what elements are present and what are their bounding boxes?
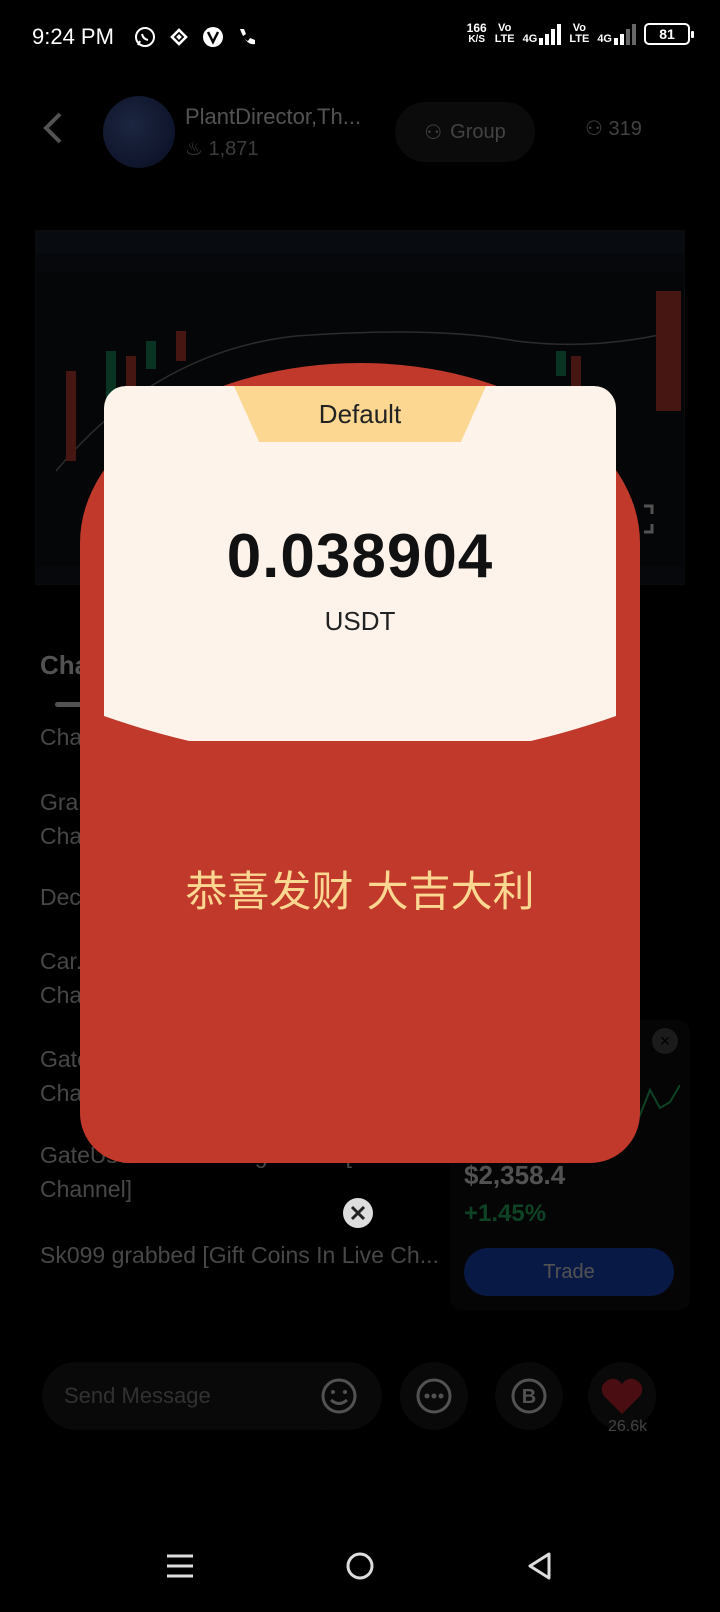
heart-icon: [601, 1378, 643, 1414]
home-circle-icon: [346, 1552, 374, 1580]
fire-count: ♨ 1,871: [185, 138, 259, 160]
emoji-icon: [321, 1378, 357, 1414]
phone-icon: [236, 26, 258, 48]
modal-close-button[interactable]: [343, 1198, 373, 1228]
system-nav-bar: [0, 1520, 720, 1612]
group-icon: ⚇: [424, 121, 443, 144]
battery-icon: 81: [644, 23, 694, 45]
recent-apps-button[interactable]: [158, 1544, 202, 1588]
packet-blessing: 恭喜发财 大吉大利: [185, 867, 535, 916]
person-icon: ⚇: [585, 118, 603, 140]
like-count: 26.6k: [608, 1418, 648, 1435]
packet-currency: USDT: [324, 606, 396, 636]
red-packet-letter: Default 0.038904 USDT: [104, 386, 616, 741]
signal-icon: [539, 23, 562, 45]
more-button[interactable]: [400, 1362, 468, 1430]
close-icon[interactable]: ×: [652, 1028, 678, 1054]
more-icon: [416, 1378, 452, 1414]
status-time: 9:24 PM: [32, 24, 114, 49]
status-bar: 9:24 PM 166 K/S Vo LTE 4G Vo LTE 4G 81: [0, 0, 720, 80]
coin-icon: B: [511, 1378, 547, 1414]
group-button[interactable]: ⚇ Group: [395, 102, 535, 162]
member-count[interactable]: ⚇ 319: [585, 116, 642, 141]
vpn-icon: [202, 26, 224, 48]
packet-amount: 0.038904: [226, 522, 494, 591]
chat-message: Sk099 grabbed [Gift Coins In Live Ch...: [40, 1242, 439, 1268]
channel-name: PlantDirector,Th...: [185, 104, 362, 129]
volte-indicator-2: Vo LTE: [569, 22, 590, 45]
back-icon[interactable]: [40, 108, 64, 158]
whatsapp-icon: [134, 26, 156, 48]
red-packet-modal: Default 0.038904 USDT 恭喜发财 大吉大利: [80, 363, 640, 1163]
price-change: +1.45%: [464, 1200, 547, 1227]
coin-button[interactable]: B: [495, 1362, 563, 1430]
menu-icon: [167, 1554, 193, 1578]
network-speed: 166 K/S: [466, 21, 487, 45]
volte-indicator-1: Vo LTE: [494, 22, 515, 45]
trade-button[interactable]: Trade: [464, 1248, 674, 1296]
close-icon: [350, 1205, 366, 1221]
home-button[interactable]: [338, 1544, 382, 1588]
svg-text:B: B: [522, 1386, 536, 1408]
fire-icon: ♨: [185, 138, 203, 160]
back-triangle-icon: [528, 1552, 551, 1580]
back-button[interactable]: [518, 1544, 562, 1588]
notification-icons: [134, 26, 258, 48]
signal-icon: [614, 23, 636, 45]
emoji-button[interactable]: [305, 1362, 373, 1430]
packet-tag: Default: [234, 386, 486, 442]
binance-icon: [168, 26, 190, 48]
channel-avatar[interactable]: [103, 96, 175, 168]
price-value: $2,358.4: [464, 1160, 566, 1190]
